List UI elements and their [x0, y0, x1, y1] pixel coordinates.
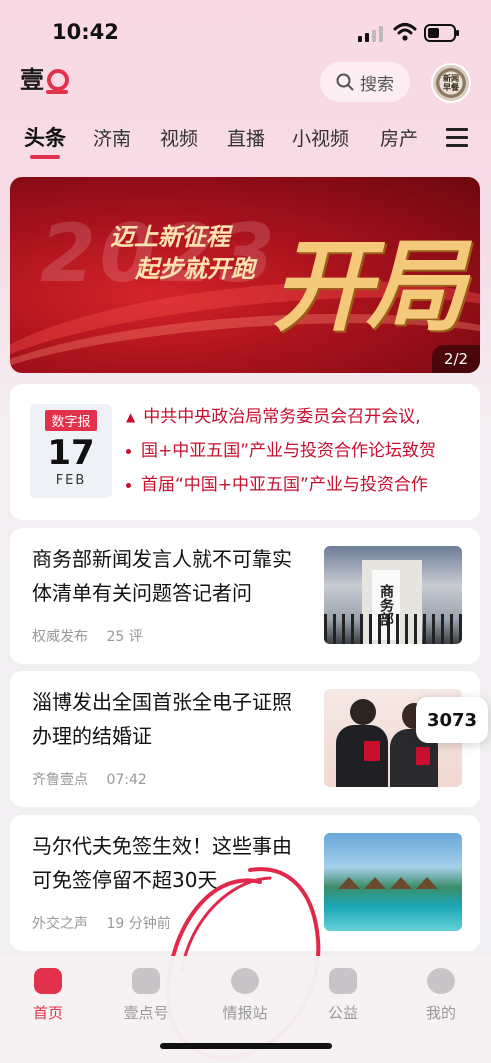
chat-bubble-icon	[231, 968, 259, 994]
news-title: 商务部新闻发言人就不可靠实体清单有关问题答记者问	[32, 547, 292, 605]
banner-pager: 2/2	[432, 345, 480, 373]
bullet-icon	[126, 482, 131, 488]
news-source: 权威发布	[32, 629, 88, 645]
profile-icon	[427, 968, 455, 994]
chevron-heart-icon	[132, 968, 160, 994]
search-label: 搜索	[360, 74, 394, 95]
tab-headlines[interactable]: 头条	[24, 122, 66, 152]
news-comments: 25 评	[106, 629, 143, 645]
search-icon	[336, 73, 354, 91]
news-meta: 齐鲁壹点 07:42	[32, 769, 161, 789]
banner-big-text: 开局	[272, 227, 466, 345]
avatar[interactable]: 新闻早餐	[431, 63, 471, 103]
triangle-icon: ▲	[126, 410, 136, 424]
news-thumbnail: 商务部	[324, 546, 462, 644]
tab-real-estate[interactable]: 房产	[380, 124, 418, 151]
nav-home[interactable]: 首页	[8, 968, 88, 1023]
svg-text:壹: 壹	[20, 66, 44, 94]
headline-item[interactable]: 首届“中国+中亚五国”产业与投资合作	[126, 468, 470, 502]
date-calendar: 数字报 17 FEB	[30, 404, 112, 498]
status-time: 10:42	[52, 20, 119, 44]
news-source: 齐鲁壹点	[32, 772, 88, 788]
nav-yidianhao[interactable]: 壹点号	[106, 968, 186, 1023]
news-title: 淄博发出全国首张全电子证照办理的结婚证	[32, 690, 292, 748]
tab-jinan[interactable]: 济南	[93, 124, 131, 151]
headline-item[interactable]: 国+中亚五国”产业与投资合作论坛致贺	[126, 434, 470, 468]
channel-tabs: 头条 济南 视频 直播 小视频 房产	[0, 120, 491, 160]
tab-short-video[interactable]: 小视频	[292, 124, 349, 151]
home-indicator[interactable]	[160, 1043, 332, 1049]
heart-icon	[329, 968, 357, 994]
headline-item[interactable]: ▲ 中共中央政治局常务委员会召开会议,	[126, 400, 470, 434]
news-meta: 权威发布 25 评	[32, 626, 157, 646]
hero-banner[interactable]: 2023 迈上新征程 起步就开跑 开局 2/2	[10, 177, 480, 373]
nav-charity[interactable]: 公益	[303, 968, 383, 1023]
floating-count-badge[interactable]: 3073	[416, 697, 488, 743]
news-source: 外交之声	[32, 916, 88, 932]
headline-list: ▲ 中共中央政治局常务委员会召开会议, 国+中亚五国”产业与投资合作论坛致贺 首届…	[126, 400, 470, 502]
nav-me[interactable]: 我的	[401, 968, 481, 1023]
calendar-month: FEB	[55, 473, 87, 488]
banner-line-1: 迈上新征程	[110, 223, 230, 251]
app-logo: 壹	[20, 66, 69, 94]
cellular-signal-icon	[358, 26, 383, 42]
battery-icon	[424, 24, 459, 42]
home-icon	[34, 968, 62, 994]
tab-video[interactable]: 视频	[160, 124, 198, 151]
calendar-day: 17	[47, 433, 95, 473]
news-thumbnail	[324, 833, 462, 931]
news-card[interactable]: 淄博发出全国首张全电子证照办理的结婚证 齐鲁壹点 07:42	[10, 671, 480, 807]
avatar-text: 新闻早餐	[443, 74, 459, 92]
bullet-icon	[126, 448, 131, 454]
active-tab-indicator	[30, 155, 60, 159]
banner-line-2: 起步就开跑	[135, 255, 255, 283]
digital-paper-card[interactable]: 数字报 17 FEB ▲ 中共中央政治局常务委员会召开会议, 国+中亚五国”产业与…	[10, 384, 480, 520]
news-time: 07:42	[106, 772, 147, 788]
digital-paper-tag: 数字报	[45, 410, 97, 431]
nav-intelligence[interactable]: 情报站	[205, 968, 285, 1023]
wifi-icon	[393, 23, 417, 41]
tab-live[interactable]: 直播	[227, 124, 265, 151]
search-button[interactable]: 搜索	[320, 62, 410, 102]
channel-menu-icon[interactable]	[446, 128, 468, 148]
news-card[interactable]: 商务部新闻发言人就不可靠实体清单有关问题答记者问 权威发布 25 评 商务部	[10, 528, 480, 664]
